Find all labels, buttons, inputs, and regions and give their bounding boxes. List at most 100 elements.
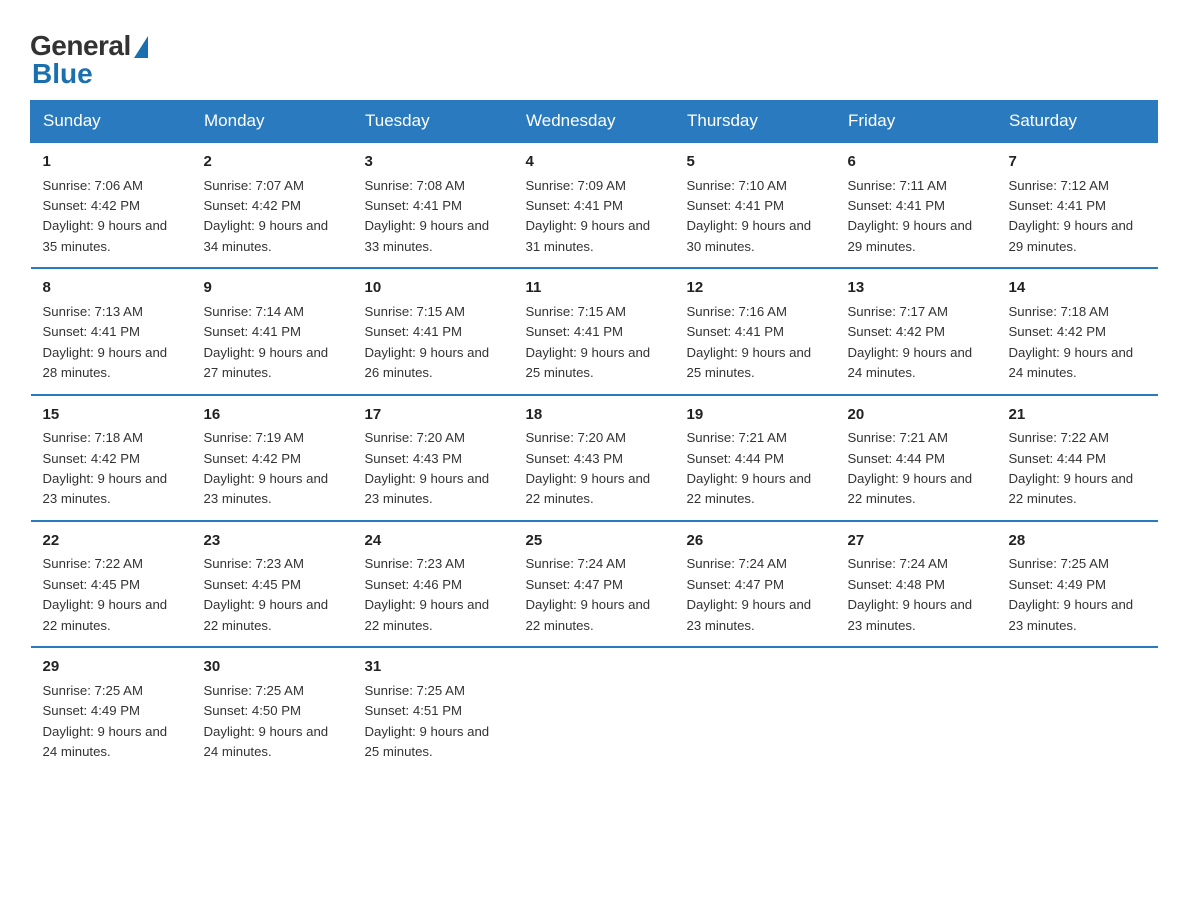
day-info: Sunrise: 7:18 AMSunset: 4:42 PMDaylight:… xyxy=(43,428,180,510)
day-info: Sunrise: 7:23 AMSunset: 4:46 PMDaylight:… xyxy=(365,554,502,636)
calendar-cell: 5Sunrise: 7:10 AMSunset: 4:41 PMDaylight… xyxy=(675,142,836,268)
day-number: 13 xyxy=(848,277,985,300)
weekday-header-friday: Friday xyxy=(836,101,997,143)
calendar-cell xyxy=(836,647,997,772)
calendar-cell: 23Sunrise: 7:23 AMSunset: 4:45 PMDayligh… xyxy=(192,521,353,647)
weekday-header-saturday: Saturday xyxy=(997,101,1158,143)
calendar-cell xyxy=(514,647,675,772)
calendar-cell: 18Sunrise: 7:20 AMSunset: 4:43 PMDayligh… xyxy=(514,395,675,521)
day-number: 11 xyxy=(526,277,663,300)
day-number: 15 xyxy=(43,404,180,427)
calendar-cell: 28Sunrise: 7:25 AMSunset: 4:49 PMDayligh… xyxy=(997,521,1158,647)
day-number: 8 xyxy=(43,277,180,300)
day-number: 23 xyxy=(204,530,341,553)
calendar-cell: 6Sunrise: 7:11 AMSunset: 4:41 PMDaylight… xyxy=(836,142,997,268)
day-info: Sunrise: 7:25 AMSunset: 4:49 PMDaylight:… xyxy=(43,681,180,763)
weekday-header-row: SundayMondayTuesdayWednesdayThursdayFrid… xyxy=(31,101,1158,143)
day-info: Sunrise: 7:22 AMSunset: 4:45 PMDaylight:… xyxy=(43,554,180,636)
day-number: 24 xyxy=(365,530,502,553)
weekday-header-tuesday: Tuesday xyxy=(353,101,514,143)
weekday-header-sunday: Sunday xyxy=(31,101,192,143)
weekday-header-wednesday: Wednesday xyxy=(514,101,675,143)
calendar-cell: 9Sunrise: 7:14 AMSunset: 4:41 PMDaylight… xyxy=(192,268,353,394)
day-number: 14 xyxy=(1009,277,1146,300)
calendar-cell: 4Sunrise: 7:09 AMSunset: 4:41 PMDaylight… xyxy=(514,142,675,268)
day-info: Sunrise: 7:20 AMSunset: 4:43 PMDaylight:… xyxy=(365,428,502,510)
weekday-header-monday: Monday xyxy=(192,101,353,143)
day-info: Sunrise: 7:19 AMSunset: 4:42 PMDaylight:… xyxy=(204,428,341,510)
weekday-header-thursday: Thursday xyxy=(675,101,836,143)
day-info: Sunrise: 7:24 AMSunset: 4:47 PMDaylight:… xyxy=(526,554,663,636)
calendar-cell: 29Sunrise: 7:25 AMSunset: 4:49 PMDayligh… xyxy=(31,647,192,772)
day-number: 1 xyxy=(43,151,180,174)
day-number: 25 xyxy=(526,530,663,553)
calendar-cell: 11Sunrise: 7:15 AMSunset: 4:41 PMDayligh… xyxy=(514,268,675,394)
day-info: Sunrise: 7:25 AMSunset: 4:49 PMDaylight:… xyxy=(1009,554,1146,636)
day-info: Sunrise: 7:20 AMSunset: 4:43 PMDaylight:… xyxy=(526,428,663,510)
day-info: Sunrise: 7:18 AMSunset: 4:42 PMDaylight:… xyxy=(1009,302,1146,384)
calendar-cell: 26Sunrise: 7:24 AMSunset: 4:47 PMDayligh… xyxy=(675,521,836,647)
calendar-cell: 3Sunrise: 7:08 AMSunset: 4:41 PMDaylight… xyxy=(353,142,514,268)
day-info: Sunrise: 7:15 AMSunset: 4:41 PMDaylight:… xyxy=(526,302,663,384)
day-info: Sunrise: 7:25 AMSunset: 4:50 PMDaylight:… xyxy=(204,681,341,763)
calendar-cell xyxy=(675,647,836,772)
day-number: 3 xyxy=(365,151,502,174)
day-info: Sunrise: 7:23 AMSunset: 4:45 PMDaylight:… xyxy=(204,554,341,636)
calendar-week-row: 22Sunrise: 7:22 AMSunset: 4:45 PMDayligh… xyxy=(31,521,1158,647)
calendar-cell: 10Sunrise: 7:15 AMSunset: 4:41 PMDayligh… xyxy=(353,268,514,394)
calendar-cell: 17Sunrise: 7:20 AMSunset: 4:43 PMDayligh… xyxy=(353,395,514,521)
day-info: Sunrise: 7:22 AMSunset: 4:44 PMDaylight:… xyxy=(1009,428,1146,510)
day-number: 27 xyxy=(848,530,985,553)
calendar-cell: 20Sunrise: 7:21 AMSunset: 4:44 PMDayligh… xyxy=(836,395,997,521)
day-info: Sunrise: 7:17 AMSunset: 4:42 PMDaylight:… xyxy=(848,302,985,384)
calendar-table: SundayMondayTuesdayWednesdayThursdayFrid… xyxy=(30,100,1158,773)
day-info: Sunrise: 7:14 AMSunset: 4:41 PMDaylight:… xyxy=(204,302,341,384)
day-info: Sunrise: 7:15 AMSunset: 4:41 PMDaylight:… xyxy=(365,302,502,384)
day-number: 22 xyxy=(43,530,180,553)
day-info: Sunrise: 7:24 AMSunset: 4:47 PMDaylight:… xyxy=(687,554,824,636)
calendar-week-row: 29Sunrise: 7:25 AMSunset: 4:49 PMDayligh… xyxy=(31,647,1158,772)
day-number: 16 xyxy=(204,404,341,427)
day-number: 18 xyxy=(526,404,663,427)
calendar-cell: 19Sunrise: 7:21 AMSunset: 4:44 PMDayligh… xyxy=(675,395,836,521)
day-number: 7 xyxy=(1009,151,1146,174)
calendar-cell: 2Sunrise: 7:07 AMSunset: 4:42 PMDaylight… xyxy=(192,142,353,268)
day-number: 6 xyxy=(848,151,985,174)
day-number: 5 xyxy=(687,151,824,174)
day-info: Sunrise: 7:07 AMSunset: 4:42 PMDaylight:… xyxy=(204,176,341,258)
logo: General Blue xyxy=(30,30,148,90)
day-number: 29 xyxy=(43,656,180,679)
calendar-week-row: 15Sunrise: 7:18 AMSunset: 4:42 PMDayligh… xyxy=(31,395,1158,521)
day-info: Sunrise: 7:21 AMSunset: 4:44 PMDaylight:… xyxy=(848,428,985,510)
calendar-cell: 16Sunrise: 7:19 AMSunset: 4:42 PMDayligh… xyxy=(192,395,353,521)
day-info: Sunrise: 7:21 AMSunset: 4:44 PMDaylight:… xyxy=(687,428,824,510)
calendar-week-row: 1Sunrise: 7:06 AMSunset: 4:42 PMDaylight… xyxy=(31,142,1158,268)
calendar-cell: 21Sunrise: 7:22 AMSunset: 4:44 PMDayligh… xyxy=(997,395,1158,521)
day-info: Sunrise: 7:24 AMSunset: 4:48 PMDaylight:… xyxy=(848,554,985,636)
day-number: 21 xyxy=(1009,404,1146,427)
calendar-cell: 22Sunrise: 7:22 AMSunset: 4:45 PMDayligh… xyxy=(31,521,192,647)
day-info: Sunrise: 7:25 AMSunset: 4:51 PMDaylight:… xyxy=(365,681,502,763)
logo-triangle-icon xyxy=(134,36,148,58)
day-number: 26 xyxy=(687,530,824,553)
day-number: 17 xyxy=(365,404,502,427)
calendar-cell xyxy=(997,647,1158,772)
day-number: 2 xyxy=(204,151,341,174)
day-info: Sunrise: 7:13 AMSunset: 4:41 PMDaylight:… xyxy=(43,302,180,384)
calendar-cell: 12Sunrise: 7:16 AMSunset: 4:41 PMDayligh… xyxy=(675,268,836,394)
day-number: 28 xyxy=(1009,530,1146,553)
logo-blue-text: Blue xyxy=(32,58,93,90)
calendar-cell: 7Sunrise: 7:12 AMSunset: 4:41 PMDaylight… xyxy=(997,142,1158,268)
calendar-cell: 31Sunrise: 7:25 AMSunset: 4:51 PMDayligh… xyxy=(353,647,514,772)
calendar-cell: 8Sunrise: 7:13 AMSunset: 4:41 PMDaylight… xyxy=(31,268,192,394)
calendar-cell: 1Sunrise: 7:06 AMSunset: 4:42 PMDaylight… xyxy=(31,142,192,268)
calendar-cell: 30Sunrise: 7:25 AMSunset: 4:50 PMDayligh… xyxy=(192,647,353,772)
calendar-cell: 27Sunrise: 7:24 AMSunset: 4:48 PMDayligh… xyxy=(836,521,997,647)
day-info: Sunrise: 7:09 AMSunset: 4:41 PMDaylight:… xyxy=(526,176,663,258)
day-number: 10 xyxy=(365,277,502,300)
day-info: Sunrise: 7:12 AMSunset: 4:41 PMDaylight:… xyxy=(1009,176,1146,258)
day-info: Sunrise: 7:16 AMSunset: 4:41 PMDaylight:… xyxy=(687,302,824,384)
day-info: Sunrise: 7:11 AMSunset: 4:41 PMDaylight:… xyxy=(848,176,985,258)
day-number: 12 xyxy=(687,277,824,300)
day-info: Sunrise: 7:08 AMSunset: 4:41 PMDaylight:… xyxy=(365,176,502,258)
